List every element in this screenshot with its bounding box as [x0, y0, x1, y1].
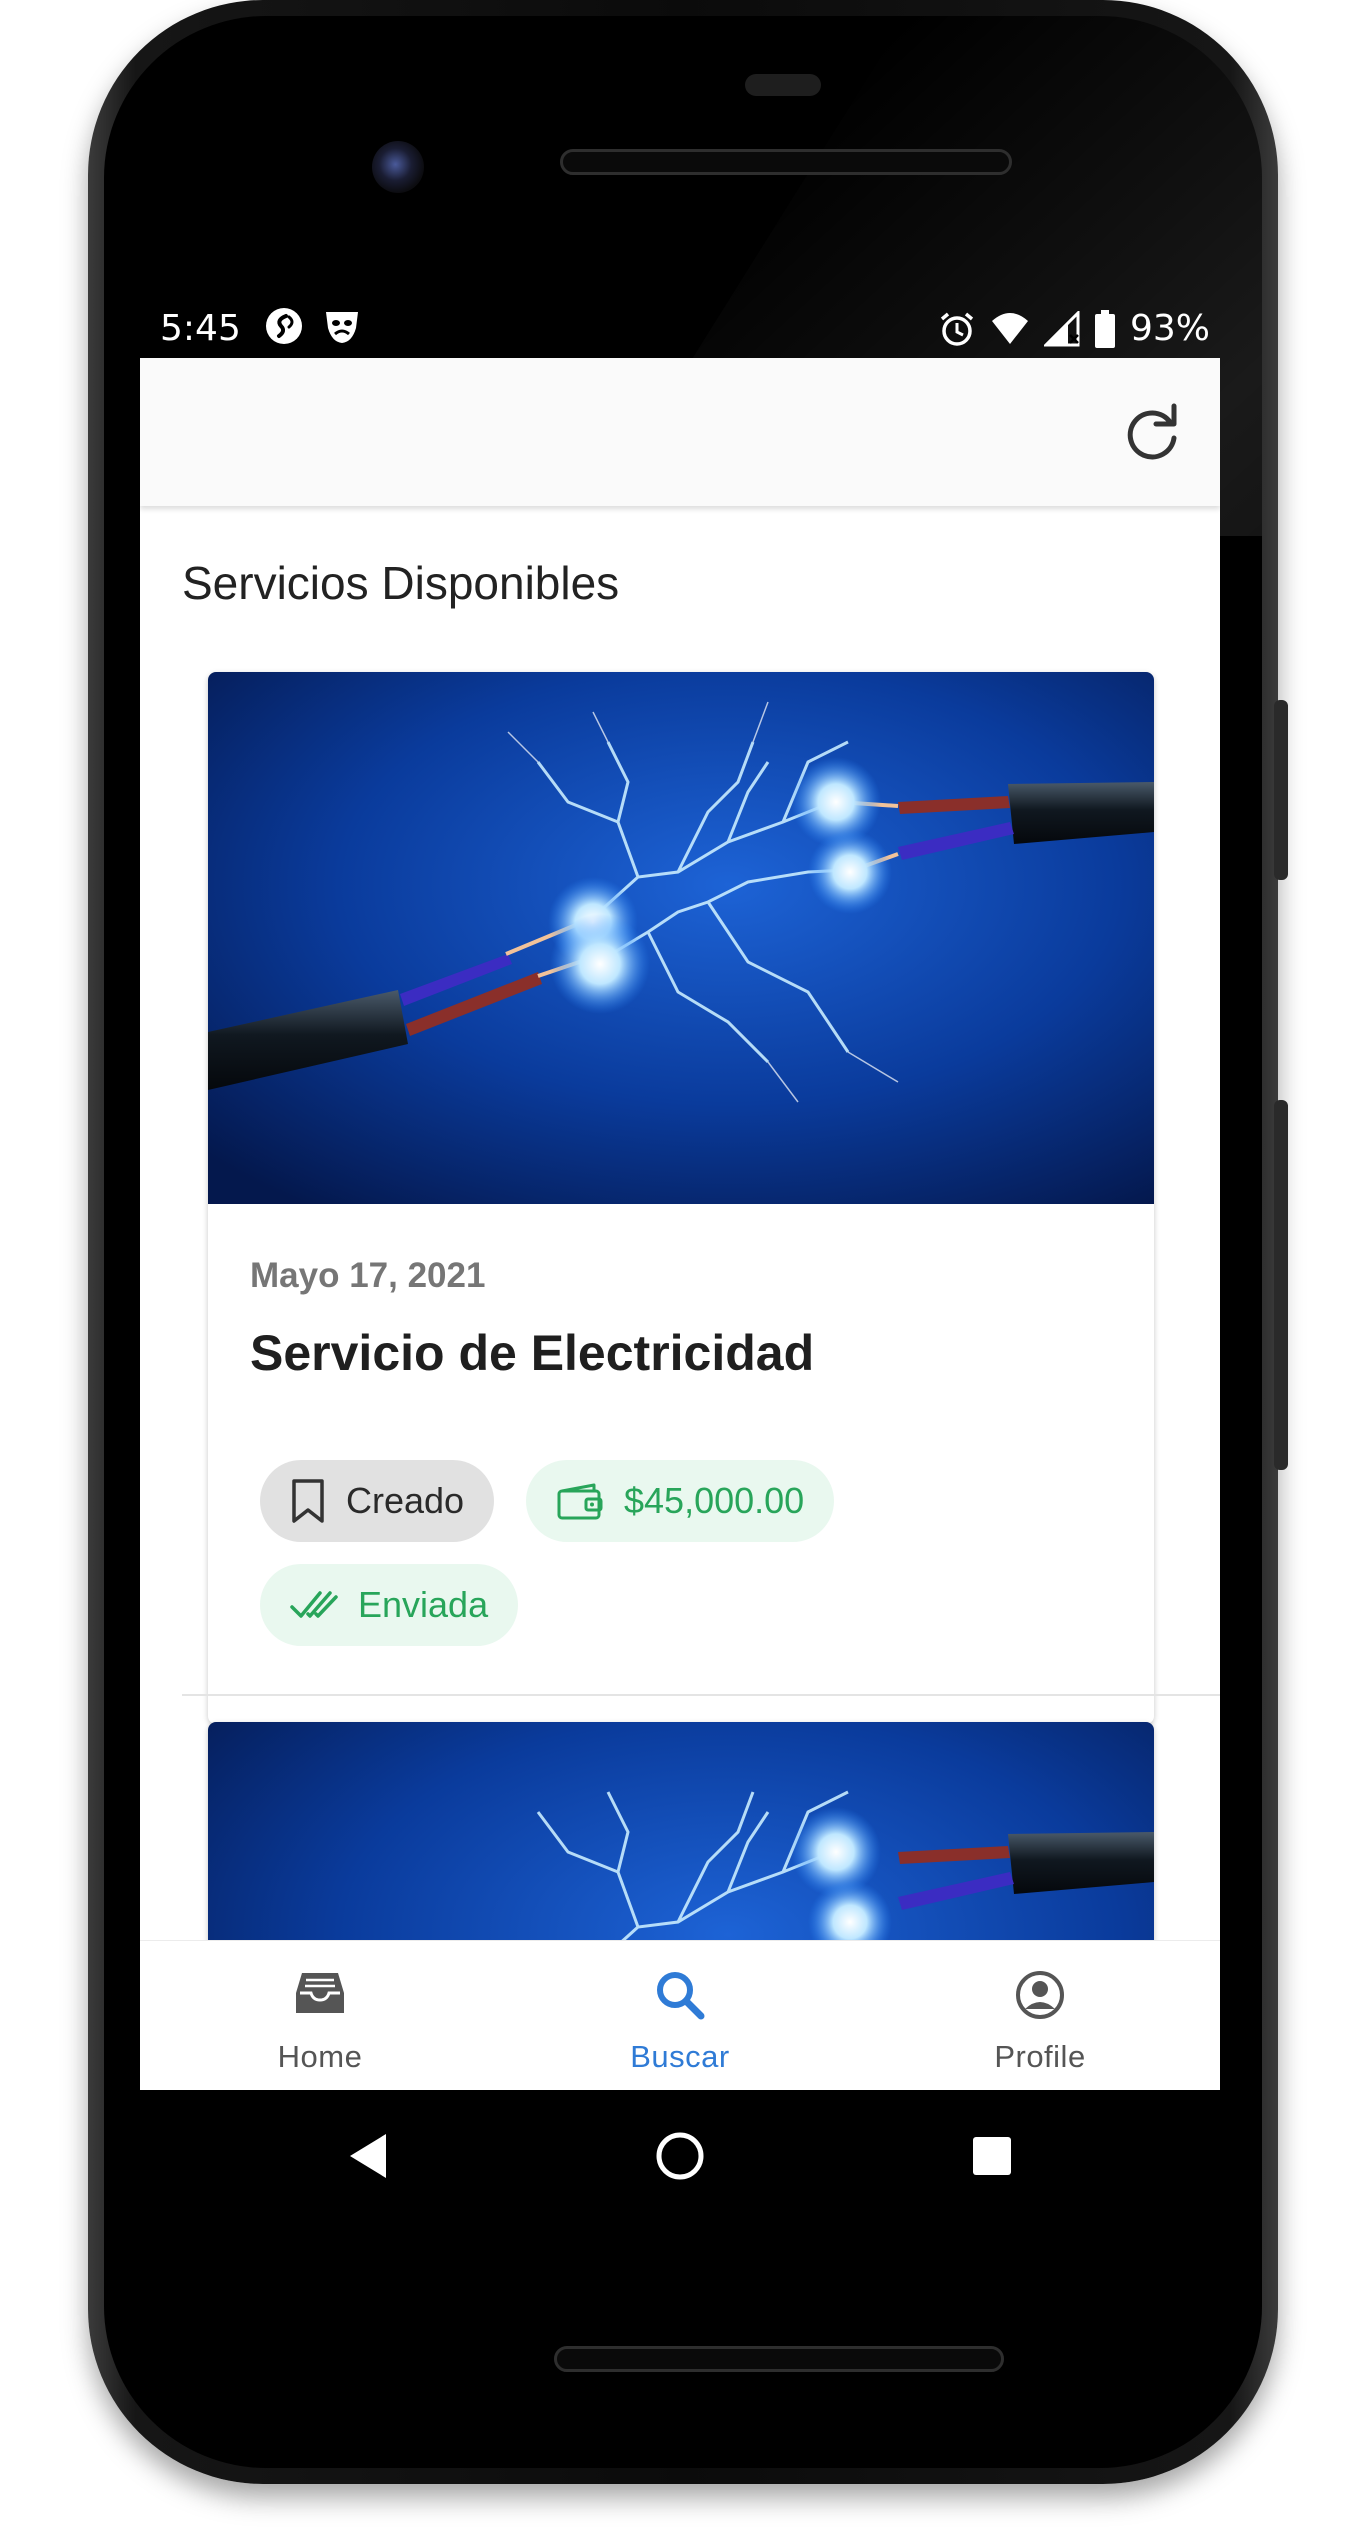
account-circle-icon: [1016, 1971, 1064, 2019]
price-chip[interactable]: $45,000.00: [526, 1460, 835, 1542]
shazam-icon: [266, 308, 302, 344]
double-check-icon: [290, 1591, 338, 1618]
bookmark-icon: [292, 1479, 324, 1523]
nav-home-label: Home: [277, 2039, 363, 2074]
front-camera: [372, 141, 424, 193]
battery-icon: [1094, 309, 1115, 348]
card-date: Mayo 17, 2021: [250, 1256, 486, 1295]
recents-icon[interactable]: [970, 2134, 1014, 2178]
nav-home[interactable]: Home: [170, 1941, 470, 2090]
back-icon[interactable]: [344, 2130, 392, 2182]
price-chip-label: $45,000.00: [624, 1480, 805, 1521]
nav-profile[interactable]: Profile: [890, 1941, 1190, 2090]
wifi-icon: [991, 312, 1028, 344]
volume-button: [1274, 1100, 1288, 1470]
card-title: Servicio de Electricidad: [250, 1325, 815, 1381]
service-card[interactable]: Mayo 17, 2021 Servicio de Electricidad C…: [208, 672, 1154, 1724]
app-bar: [140, 358, 1220, 506]
mask-icon: [326, 312, 358, 343]
bottom-navigation: Home Buscar Profile: [140, 1940, 1220, 2090]
sensor: [745, 74, 821, 96]
battery-percent: 93%: [1129, 308, 1210, 349]
signal-icon: [1043, 310, 1080, 346]
service-image: [208, 672, 1154, 1204]
wallet-icon: [557, 1483, 603, 1520]
status-time: 5:45: [160, 308, 241, 349]
power-button: [1274, 700, 1288, 880]
status-bar: 5:45 93%: [140, 300, 1220, 360]
home-circle-icon[interactable]: [654, 2130, 706, 2182]
section-title: Servicios Disponibles: [182, 557, 620, 609]
nav-profile-label: Profile: [994, 2039, 1086, 2074]
app-screen: Servicios Disponibles Mayo 17, 2021 Serv…: [140, 358, 1220, 2090]
refresh-icon[interactable]: [1120, 400, 1184, 464]
inbox-icon: [296, 1973, 344, 2013]
nav-buscar-label: Buscar: [630, 2039, 730, 2074]
alarm-icon: [940, 312, 974, 346]
status-chip[interactable]: Creado: [260, 1460, 495, 1542]
system-navigation-bar: [140, 2090, 1220, 2220]
search-icon: [657, 1972, 705, 2020]
sent-chip[interactable]: Enviada: [260, 1564, 519, 1646]
sent-chip-label: Enviada: [358, 1584, 489, 1625]
nav-buscar[interactable]: Buscar: [530, 1941, 830, 2090]
card-divider: [182, 1694, 1220, 1696]
bottom-speaker: [554, 2346, 1004, 2372]
status-chip-label: Creado: [346, 1480, 465, 1521]
top-speaker: [560, 149, 1012, 175]
status-right-icons: 93%: [938, 308, 1210, 349]
